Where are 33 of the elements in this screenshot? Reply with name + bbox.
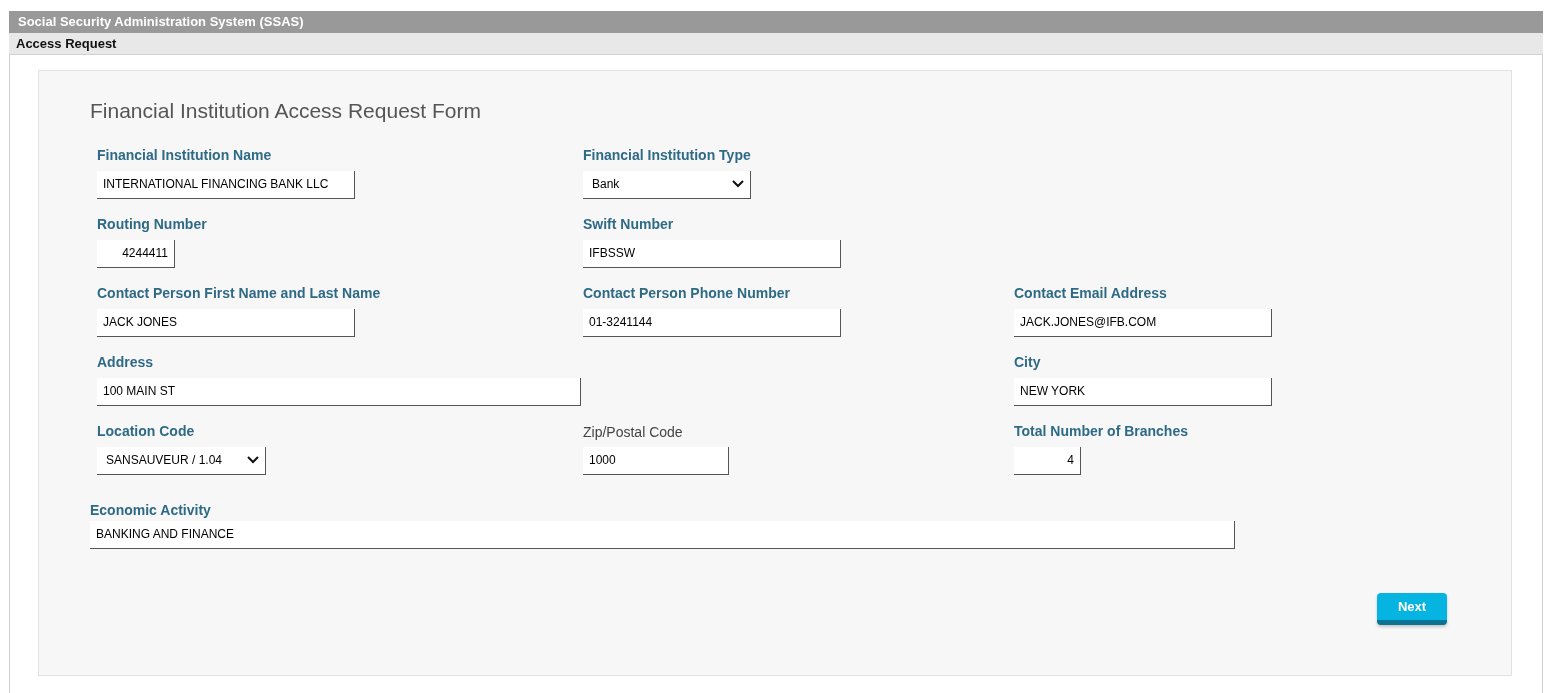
dropdown[interactable]: Bank [583, 170, 751, 199]
window-title: Social Security Administration System (SSAS) [9, 11, 1543, 33]
field-label: Routing Number [97, 214, 208, 234]
field-label: Total Number of Branches [1014, 421, 1189, 441]
input-field[interactable]: 4 [1014, 446, 1081, 475]
input-field[interactable]: JACK.JONES@IFB.COM [1014, 308, 1272, 337]
field-label: City [1014, 352, 1042, 372]
dropdown-value: SANSAUVEUR / 1.04 [106, 452, 223, 469]
chevron-down-icon [247, 456, 259, 464]
input-field[interactable]: 01-3241144 [583, 308, 841, 337]
input-field[interactable]: BANKING AND FINANCE [90, 520, 1235, 549]
input-field[interactable]: 100 MAIN ST [97, 377, 581, 406]
field-label: Financial Institution Type [583, 145, 752, 165]
field-label: Contact Email Address [1014, 283, 1168, 303]
input-field[interactable]: IFBSSW [583, 239, 841, 268]
field-label: Contact Person First Name and Last Name [97, 283, 382, 303]
input-field[interactable]: JACK JONES [97, 308, 355, 337]
chevron-down-icon [732, 180, 744, 188]
input-field[interactable]: INTERNATIONAL FINANCING BANK LLC [97, 170, 355, 199]
form-title: Financial Institution Access Request Form [90, 98, 482, 124]
page-heading: Access Request [9, 33, 1543, 55]
input-field[interactable]: NEW YORK [1014, 377, 1272, 406]
field-label: Contact Person Phone Number [583, 283, 791, 303]
field-label: Swift Number [583, 214, 675, 234]
field-label: Economic Activity [90, 500, 212, 520]
field-label: Location Code [97, 421, 196, 441]
input-field[interactable]: 1000 [583, 446, 729, 475]
field-label: Address [97, 352, 155, 372]
field-label: Financial Institution Name [97, 145, 273, 165]
field-label: Zip/Postal Code [583, 422, 684, 441]
dropdown-value: Bank [592, 176, 620, 193]
input-field[interactable]: 4244411 [97, 239, 175, 268]
dropdown[interactable]: SANSAUVEUR / 1.04 [97, 446, 266, 475]
